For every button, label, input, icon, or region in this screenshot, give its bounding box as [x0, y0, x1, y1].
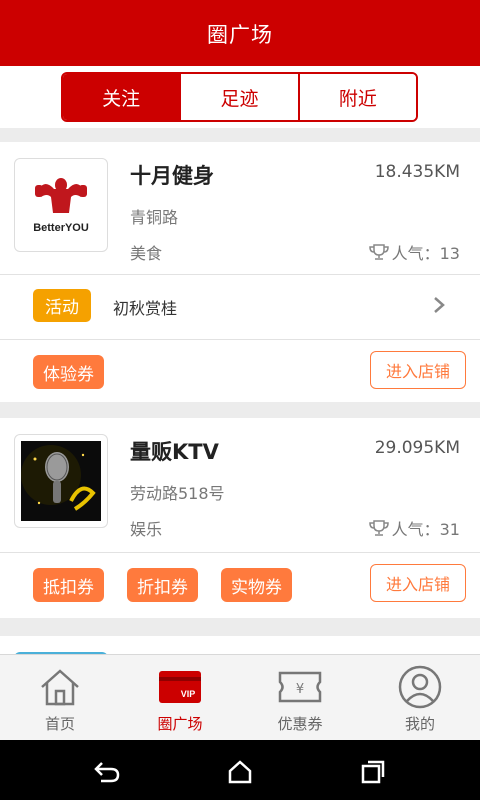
store-popularity: 人气：13: [368, 240, 460, 264]
store-logo-betteryou[interactable]: BetterYOU: [14, 158, 108, 252]
nav-mine[interactable]: 我的: [360, 655, 480, 740]
segmented-tabs: 关注 足迹 附近: [61, 72, 418, 122]
store-card: 量贩KTV 29.095KM 劳动路518号 娱乐 人气：31 抵扣券 折扣券 …: [0, 418, 480, 618]
page-title: 圈广场: [207, 23, 273, 47]
popularity-label: 人气：13: [391, 244, 460, 263]
vip-text: VIP: [181, 689, 196, 699]
coupon-physical[interactable]: 实物券: [221, 568, 292, 602]
coupon-deduction[interactable]: 抵扣券: [33, 568, 104, 602]
store-category: 美食: [130, 244, 163, 263]
store-logo-ktv[interactable]: [14, 434, 108, 528]
nav-square-label: 圈广场: [157, 715, 203, 733]
nav-coupons-label: 优惠券: [277, 715, 323, 733]
coupon-row: 抵扣券 折扣券 实物券 进入店铺: [0, 553, 480, 617]
nav-coupons[interactable]: ¥ 优惠券: [240, 655, 360, 740]
activity-text: 初秋赏桂: [113, 299, 178, 318]
enter-store-button[interactable]: 进入店铺: [370, 564, 466, 602]
app-header: 圈广场: [0, 0, 480, 66]
recent-apps-icon[interactable]: [359, 758, 387, 786]
chevron-right-icon: [432, 295, 446, 319]
store-address: 劳动路518号: [130, 484, 225, 503]
store-logo-text: BetterYOU: [33, 222, 89, 234]
nav-square[interactable]: VIP 圈广场: [120, 655, 240, 740]
store-name[interactable]: 量贩KTV: [130, 436, 219, 466]
trophy-icon: [368, 520, 389, 536]
gym-logo-icon: BetterYOU: [21, 165, 101, 245]
user-profile-icon: [396, 665, 444, 709]
nav-mine-label: 我的: [404, 715, 435, 733]
activity-badge: 活动: [33, 289, 91, 322]
vip-card-icon: VIP: [156, 665, 204, 709]
tab-bar: 关注 足迹 附近: [0, 66, 480, 128]
coupon-trial[interactable]: 体验券: [33, 355, 104, 389]
bottom-nav: 首页 VIP 圈广场 ¥ 优惠券 我的: [0, 654, 480, 740]
nav-home-label: 首页: [44, 715, 75, 733]
enter-store-button[interactable]: 进入店铺: [370, 351, 466, 389]
store-name[interactable]: 十月健身: [130, 160, 214, 190]
coupon-ticket-icon: ¥: [276, 665, 324, 709]
coupon-row: 体验券 进入店铺: [0, 340, 480, 404]
nav-home[interactable]: 首页: [0, 655, 120, 740]
yen-symbol: ¥: [296, 682, 304, 697]
activity-row[interactable]: 活动 初秋赏桂: [0, 275, 480, 339]
system-nav-bar: [0, 740, 480, 800]
trophy-icon: [368, 244, 389, 260]
back-icon[interactable]: [93, 758, 121, 786]
microphone-logo-icon: [21, 441, 101, 521]
store-popularity: 人气：31: [368, 516, 460, 540]
tab-footprints[interactable]: 足迹: [179, 74, 298, 120]
store-address: 青铜路: [130, 208, 179, 227]
store-category: 娱乐: [130, 520, 163, 539]
home-system-icon[interactable]: [226, 758, 254, 786]
popularity-label: 人气：31: [391, 520, 460, 539]
store-distance: 18.435KM: [374, 162, 460, 182]
tab-nearby[interactable]: 附近: [297, 74, 416, 120]
coupon-discount[interactable]: 折扣券: [127, 568, 198, 602]
store-distance: 29.095KM: [374, 438, 460, 458]
tab-following[interactable]: 关注: [63, 74, 180, 120]
home-icon: [36, 665, 84, 709]
store-card: BetterYOU 十月健身 18.435KM 青铜路 美食 人气：13 活动 …: [0, 142, 480, 402]
